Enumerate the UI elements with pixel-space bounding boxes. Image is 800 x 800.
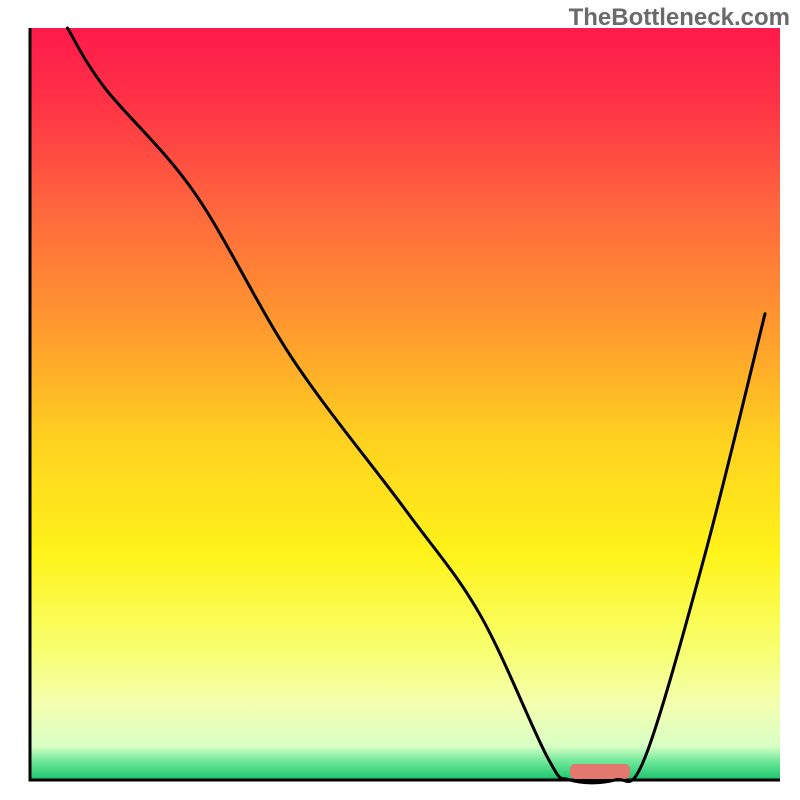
watermark-text: TheBottleneck.com	[569, 4, 790, 32]
bottleneck-chart	[0, 0, 800, 800]
chart-gradient-background	[30, 28, 780, 780]
optimal-range-marker	[570, 764, 630, 779]
chart-container: TheBottleneck.com	[0, 0, 800, 800]
